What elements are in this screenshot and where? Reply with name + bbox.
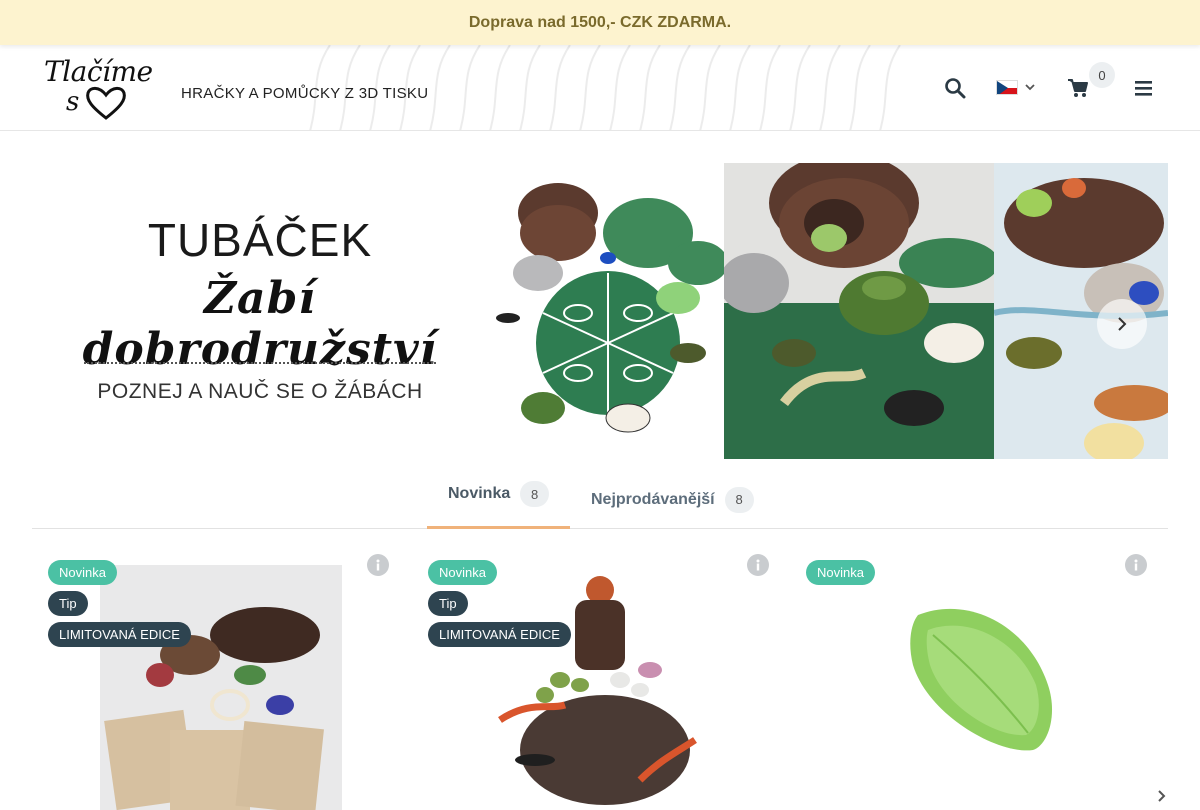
site-logo[interactable]: Tlačíme s bbox=[44, 55, 153, 123]
hero-banner[interactable]: TUBÁČEK Žabí dobrodružství POZNEJ A NAUČ… bbox=[32, 163, 1168, 459]
hero-subtitle: Žabí dobrodružství bbox=[82, 273, 438, 375]
badge-limited: LIMITOVANÁ EDICE bbox=[48, 622, 191, 647]
cart-icon[interactable] bbox=[1067, 77, 1089, 99]
search-icon[interactable] bbox=[944, 77, 966, 99]
hero-note: POZNEJ A NAUČ SE O ŽÁBÁCH bbox=[97, 380, 423, 403]
product-card[interactable]: Novinka Tip LIMITOVANÁ EDICE bbox=[40, 550, 400, 810]
heart-icon bbox=[86, 86, 126, 120]
promo-bar: Doprava nad 1500,- CZK ZDARMA. bbox=[0, 0, 1200, 45]
chevron-right-icon[interactable] bbox=[1156, 790, 1168, 802]
badge-new: Novinka bbox=[48, 560, 117, 585]
tab-label: Novinka bbox=[448, 485, 511, 502]
slider-next-button[interactable] bbox=[1097, 299, 1147, 349]
hero-image-frog-log bbox=[724, 163, 994, 459]
product-image[interactable] bbox=[100, 565, 342, 810]
badge-new: Novinka bbox=[806, 560, 875, 585]
tab-count-badge: 8 bbox=[520, 481, 549, 507]
logo-s: s bbox=[66, 87, 80, 117]
badge-tip: Tip bbox=[428, 591, 468, 616]
site-tagline: HRAČKY A POMŮCKY Z 3D TISKU bbox=[181, 85, 429, 102]
info-icon[interactable] bbox=[747, 554, 769, 576]
info-icon[interactable] bbox=[1125, 554, 1147, 576]
badge-tip: Tip bbox=[48, 591, 88, 616]
promo-text: Doprava nad 1500,- CZK ZDARMA. bbox=[468, 13, 732, 31]
product-card[interactable]: Novinka bbox=[798, 550, 1158, 810]
badge-limited: LIMITOVANÁ EDICE bbox=[428, 622, 571, 647]
tab-count-badge: 8 bbox=[724, 486, 754, 513]
chevron-down-icon[interactable] bbox=[1024, 82, 1036, 92]
hero-text-panel: TUBÁČEK Žabí dobrodružství POZNEJ A NAUČ… bbox=[32, 163, 488, 459]
hero-title: TUBÁČEK bbox=[147, 214, 373, 266]
tab-novinka[interactable]: Novinka 8 bbox=[427, 470, 570, 529]
info-icon[interactable] bbox=[367, 554, 389, 576]
tab-nejprodavanejsi[interactable]: Nejprodávanější 8 bbox=[570, 470, 780, 529]
hero-divider bbox=[84, 362, 436, 364]
czech-flag-icon[interactable] bbox=[996, 80, 1018, 95]
menu-icon[interactable] bbox=[1133, 77, 1155, 99]
cart-count-badge: 0 bbox=[1089, 62, 1115, 88]
product-image[interactable] bbox=[490, 560, 710, 810]
product-card[interactable]: Novinka Tip LIMITOVANÁ EDICE bbox=[420, 550, 780, 810]
product-tabs: Novinka 8 Nejprodávanější 8 bbox=[32, 470, 1168, 529]
badge-new: Novinka bbox=[428, 560, 497, 585]
site-header: Tlačíme s HRAČKY A POMŮCKY Z 3D TISKU 0 bbox=[0, 45, 1200, 131]
hero-image-frog-set bbox=[488, 163, 724, 459]
tab-label: Nejprodávanější bbox=[591, 490, 715, 508]
chevron-right-icon bbox=[1118, 317, 1127, 331]
product-image[interactable] bbox=[888, 575, 1068, 775]
logo-word: Tlačíme bbox=[44, 55, 153, 88]
